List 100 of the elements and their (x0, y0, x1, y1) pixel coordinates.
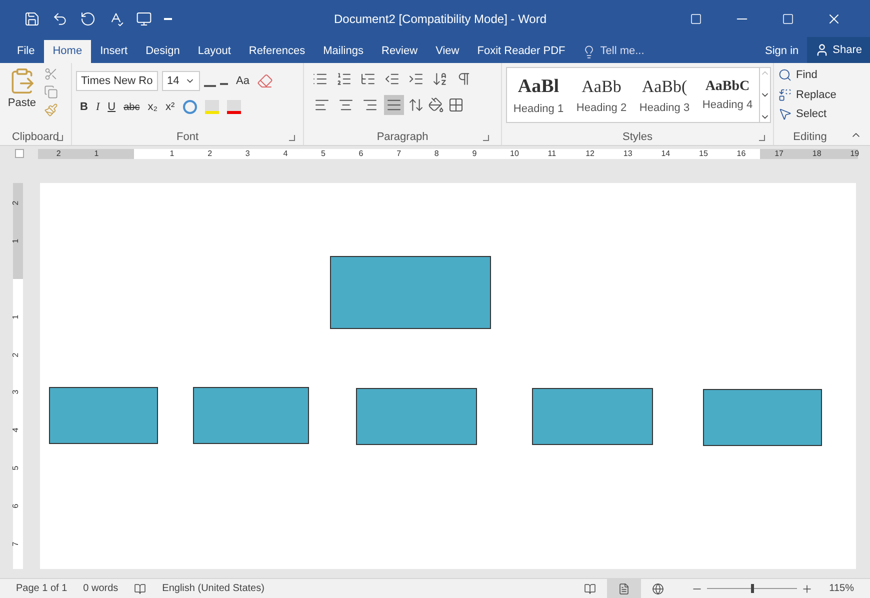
editing-button[interactable]: Select (778, 106, 842, 122)
share-button[interactable]: Share (806, 37, 870, 63)
style-item[interactable]: AaBbC Heading 4 (696, 68, 759, 122)
tell-me-field[interactable]: Tell me... (600, 43, 662, 60)
sign-in-link[interactable]: Sign in (757, 40, 807, 63)
ribbon-tab[interactable]: Design (136, 40, 189, 63)
group-label: Editing (793, 130, 827, 145)
ribbon-display-icon[interactable] (690, 12, 702, 24)
format-button[interactable]: abc (124, 100, 140, 115)
find-icon (778, 68, 792, 82)
ruler-number: 1 (11, 314, 22, 320)
style-item[interactable]: AaBb( Heading 3 (633, 68, 696, 122)
save-icon[interactable] (24, 10, 40, 26)
maximize-icon[interactable] (782, 12, 794, 24)
dialog-launcher-icon[interactable] (759, 135, 765, 141)
format-button[interactable]: B (80, 99, 88, 116)
font-size-field[interactable]: 14 (162, 71, 200, 91)
zoom-in-icon[interactable] (801, 582, 814, 594)
page-icon (618, 582, 630, 594)
ruler-number: 18 (812, 148, 822, 160)
sort-icon[interactable] (432, 71, 448, 87)
style-name: Heading 4 (702, 98, 753, 114)
ruler-number: 11 (548, 148, 556, 160)
dialog-launcher-icon[interactable] (483, 135, 489, 141)
replace-icon (778, 88, 792, 102)
ruler-number: 2 (208, 148, 212, 160)
ruler-number: 3 (11, 390, 22, 395)
dialog-launcher-icon[interactable] (57, 135, 63, 141)
ruler-number: 19 (850, 148, 860, 160)
style-item[interactable]: AaBb Heading 2 (570, 68, 633, 122)
ribbon-tab[interactable]: Insert (91, 40, 137, 63)
ruler-number: 7 (11, 541, 22, 546)
style-name: Heading 3 (639, 100, 690, 116)
ruler-number: 1 (170, 148, 174, 160)
style-name: Heading 2 (576, 100, 627, 116)
ribbon-tab[interactable]: Review (372, 40, 427, 63)
scissors-icon[interactable] (44, 67, 58, 81)
copy-icon[interactable] (44, 85, 58, 99)
align-icon (362, 97, 378, 113)
ruler-number: 4 (283, 148, 288, 160)
style-preview: AaBbC (705, 78, 750, 96)
word-count[interactable]: 0 words (83, 581, 118, 596)
ruler-number: 5 (321, 148, 326, 160)
borders-icon[interactable] (448, 97, 464, 113)
line-spacing-icon[interactable] (408, 97, 424, 113)
redo-icon[interactable] (80, 10, 96, 26)
format-button[interactable]: I (96, 99, 100, 116)
ruler-number: 3 (245, 148, 250, 160)
ruler-number: 2 (11, 352, 22, 357)
ruler-number: 10 (510, 148, 519, 160)
ruler-number: 17 (774, 148, 784, 160)
ruler-number: 1 (94, 148, 99, 160)
style-preview: AaBl (518, 74, 560, 98)
ribbon-tab[interactable]: File (8, 40, 44, 63)
zoom-slider[interactable] (707, 584, 798, 593)
group-label: Styles (622, 130, 652, 145)
paste-button[interactable]: Paste (4, 67, 40, 117)
ruler-number: 1 (11, 238, 22, 244)
ruler-number: 14 (661, 148, 670, 160)
person-icon (814, 43, 829, 57)
multilevel-list-icon[interactable] (360, 71, 376, 87)
format-button[interactable]: U (108, 99, 116, 116)
proofing-icon[interactable] (134, 582, 146, 594)
ribbon-tab[interactable]: Foxit Reader PDF (468, 40, 574, 63)
view-button[interactable] (607, 579, 642, 598)
page-count[interactable]: Page 1 of 1 (16, 581, 68, 596)
slider-thumb[interactable] (751, 584, 754, 593)
undo-icon[interactable] (52, 10, 68, 26)
align-icon (314, 97, 330, 113)
font-color-icon[interactable] (226, 100, 241, 114)
ribbon-tab[interactable]: References (240, 40, 314, 63)
language[interactable]: English (United States) (162, 581, 264, 596)
ruler-number: 6 (11, 504, 22, 508)
zoom-level[interactable]: 115% (829, 581, 854, 596)
numbering-icon[interactable] (336, 71, 352, 87)
shading-icon[interactable] (428, 97, 444, 113)
text-effects-icon[interactable] (182, 100, 197, 114)
decrease-indent-icon[interactable] (384, 71, 400, 87)
ruler-number: 12 (586, 148, 594, 160)
ruler-number: 5 (11, 466, 22, 470)
format-button[interactable]: x² (165, 99, 175, 116)
eraser-icon[interactable] (257, 73, 274, 89)
ruler-number: 6 (358, 148, 364, 160)
book-icon (584, 582, 596, 594)
pilcrow-icon[interactable] (456, 71, 472, 87)
align-button[interactable] (384, 95, 404, 115)
style-item[interactable]: AaBl Heading 1 (507, 68, 570, 122)
ribbon-tab[interactable]: Mailings (314, 40, 372, 63)
dialog-launcher-icon[interactable] (289, 135, 295, 141)
ribbon-tab[interactable]: Layout (188, 40, 240, 63)
touch-mode-icon[interactable] (136, 10, 152, 26)
ribbon-tab[interactable]: View (426, 40, 468, 63)
font-name-field[interactable]: Times New Ro (76, 71, 158, 91)
editing-button[interactable]: Replace (778, 86, 842, 103)
format-button[interactable]: x₂ (148, 99, 158, 116)
increase-indent-icon[interactable] (408, 71, 424, 87)
ruler-number: 4 (11, 428, 22, 432)
change-case-button[interactable]: Aa (232, 72, 254, 90)
ribbon-tab[interactable]: Home (44, 40, 92, 63)
editing-button[interactable]: Find (778, 67, 842, 84)
